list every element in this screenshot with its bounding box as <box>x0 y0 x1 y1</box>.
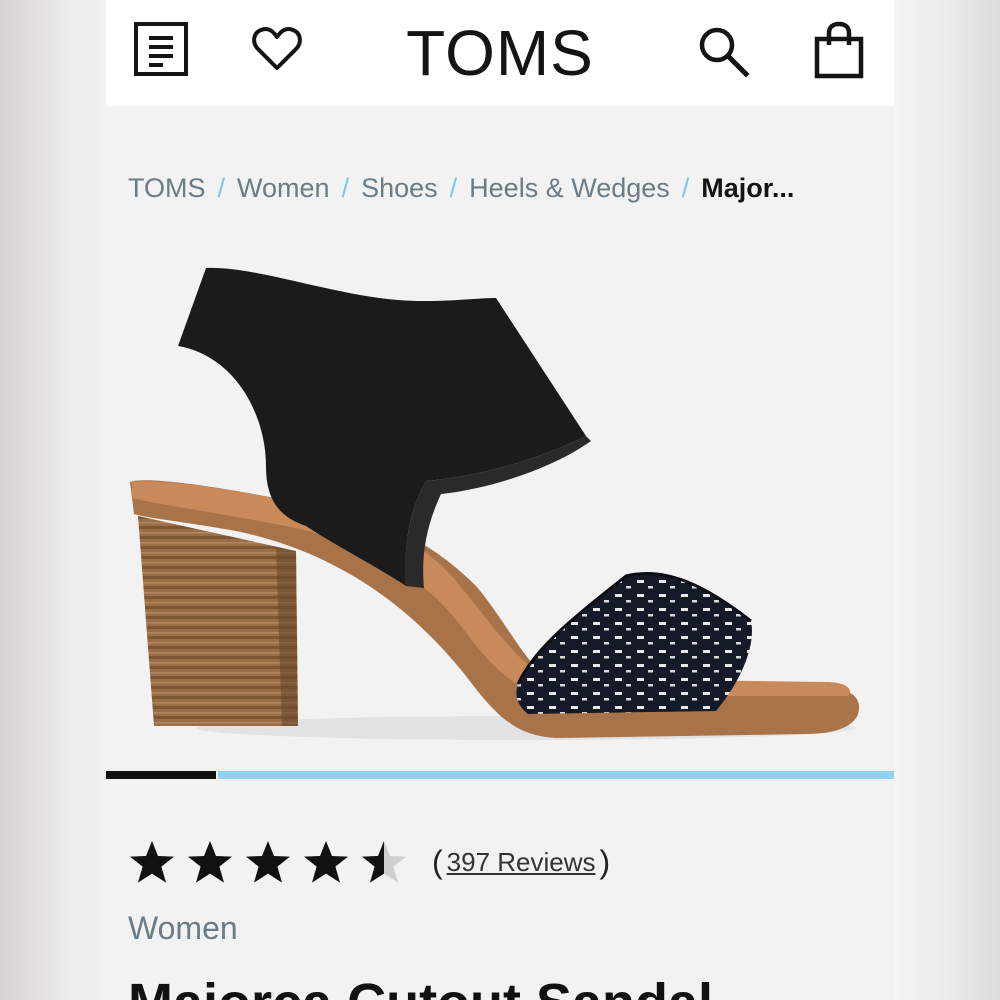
breadcrumb: TOMS / Women / Shoes / Heels & Wedges / … <box>128 166 868 210</box>
breadcrumb-item-shoes[interactable]: Shoes <box>361 173 438 204</box>
breadcrumb-separator: / <box>341 172 350 203</box>
product-rating: ( 397 Reviews ) <box>128 832 610 892</box>
wishlist-button[interactable] <box>250 22 304 76</box>
menu-icon <box>134 22 188 76</box>
star-full-icon <box>188 841 232 883</box>
breadcrumb-item-heels-wedges[interactable]: Heels & Wedges <box>469 173 670 204</box>
breadcrumb-separator: / <box>681 172 690 203</box>
cart-button[interactable] <box>810 20 868 80</box>
breadcrumb-separator: / <box>217 172 226 203</box>
carousel-active-indicator <box>106 771 217 779</box>
product-title: Majorca Cutout Sandal <box>128 972 713 1000</box>
background-left <box>0 0 106 1000</box>
menu-button[interactable] <box>132 20 190 78</box>
product-category: Women <box>128 910 238 946</box>
product-image[interactable] <box>106 226 894 766</box>
background-right <box>894 0 1000 1000</box>
star-half-icon <box>362 841 406 883</box>
star-full-icon <box>130 841 174 883</box>
search-button[interactable] <box>694 22 752 80</box>
search-icon <box>699 27 750 78</box>
star-full-icon <box>246 841 290 883</box>
shopping-bag-icon <box>814 21 864 79</box>
star-full-icon <box>304 841 348 883</box>
breadcrumb-separator: / <box>449 172 458 203</box>
breadcrumb-current: Major... <box>701 172 795 203</box>
heart-icon <box>252 26 302 70</box>
reviews-link[interactable]: 397 Reviews <box>447 847 596 878</box>
breadcrumb-item-women[interactable]: Women <box>237 173 330 204</box>
mobile-page: TOMS TOMS / Women / Shoes / Heels & Wedg… <box>106 0 894 1000</box>
top-navigation-bar: TOMS <box>106 0 894 106</box>
carousel-track <box>218 771 894 779</box>
reviews-paren-open: ( <box>432 843 443 880</box>
image-carousel-progress[interactable] <box>106 771 894 779</box>
rating-stars <box>128 838 418 886</box>
sandal-illustration <box>130 267 860 740</box>
reviews-paren-close: ) <box>599 843 611 880</box>
brand-logo[interactable]: TOMS <box>356 8 644 98</box>
reviews-count: ( 397 Reviews ) <box>432 844 610 881</box>
breadcrumb-item-toms[interactable]: TOMS <box>128 173 206 204</box>
